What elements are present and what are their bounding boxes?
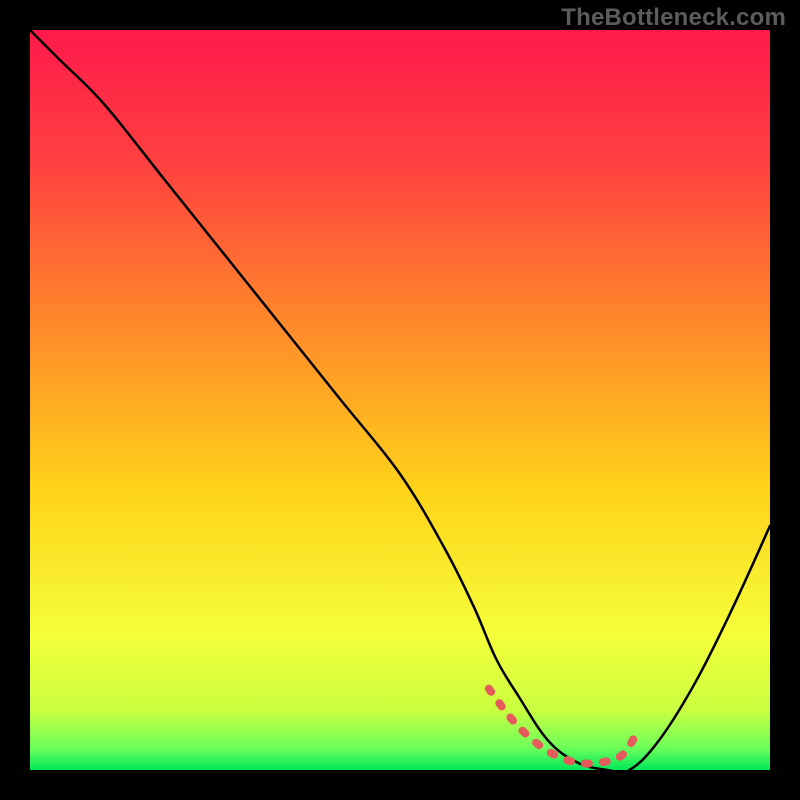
chart-frame: TheBottleneck.com	[0, 0, 800, 800]
gradient-background	[30, 30, 770, 770]
plot-area	[30, 30, 770, 770]
watermark-text: TheBottleneck.com	[561, 4, 786, 32]
plot-svg	[30, 30, 770, 770]
